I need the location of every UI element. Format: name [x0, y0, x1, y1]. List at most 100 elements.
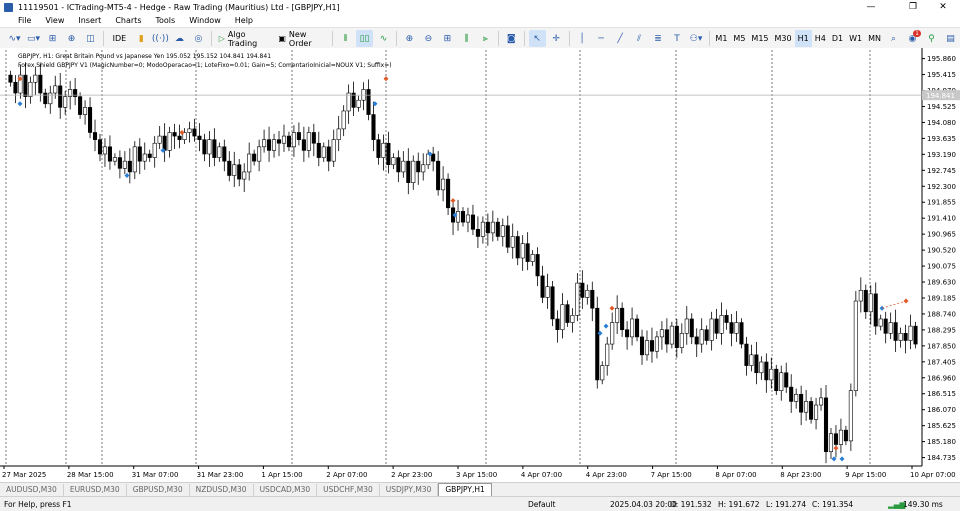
- autoscroll-icon[interactable]: ⫸: [477, 30, 494, 47]
- close-button[interactable]: ✕: [928, 0, 958, 14]
- timeframe-d1[interactable]: D1: [829, 30, 846, 47]
- timeframe-m1[interactable]: M1: [712, 30, 730, 47]
- lock-icon[interactable]: ▮: [133, 30, 150, 47]
- candle: [122, 160, 127, 169]
- notifications-icon[interactable]: ◉ 1: [904, 30, 921, 47]
- timeframe-mn[interactable]: MN: [865, 30, 884, 47]
- candle: [157, 135, 162, 144]
- menu-tools[interactable]: Tools: [148, 16, 182, 25]
- ide-button[interactable]: IDE: [108, 30, 131, 47]
- line-chart-icon[interactable]: ∿: [375, 30, 392, 47]
- candle: [341, 110, 346, 130]
- cloud-icon[interactable]: ☁: [171, 30, 188, 47]
- time-label: 1 Apr 15:00: [261, 471, 302, 479]
- candle: [689, 318, 694, 338]
- candle: [401, 160, 406, 173]
- algo-trading-button[interactable]: ▷ Algo Trading: [216, 30, 274, 48]
- chart-area[interactable]: 195.860195.415194.970194.525194.080193.6…: [0, 48, 960, 482]
- candle: [893, 322, 898, 341]
- toolbar: ∿▾ ▭▾ ⊞ ⊕ ◫ IDE ▮ ((·)) ☁ ◎ ▷ Algo Tradin…: [0, 27, 960, 50]
- sell-marker: [609, 305, 615, 311]
- candle: [515, 236, 520, 259]
- candle: [535, 254, 540, 277]
- app-icon: [4, 2, 13, 12]
- candlestick-icon[interactable]: ▯▯: [356, 30, 374, 47]
- crosshair-icon[interactable]: ✛: [548, 30, 565, 47]
- menu-help[interactable]: Help: [228, 16, 260, 25]
- tab-gbpjpy[interactable]: GBPJPY,H1: [438, 483, 492, 497]
- price-label: 195.415: [927, 71, 956, 79]
- timeframe-h1[interactable]: H1: [794, 30, 812, 47]
- candle: [53, 85, 58, 94]
- candle: [107, 146, 112, 162]
- channel-icon[interactable]: ⫽: [631, 30, 648, 47]
- cursor-icon[interactable]: ↖: [528, 30, 546, 47]
- timeframe-m5[interactable]: M5: [730, 30, 748, 47]
- menu-insert[interactable]: Insert: [71, 16, 108, 25]
- time-label: 28 Mar 15:00: [67, 471, 114, 479]
- candle: [709, 318, 714, 341]
- time-label: 10 Apr 07:00: [910, 471, 956, 479]
- price-label: 192.300: [927, 183, 956, 191]
- candle: [704, 329, 709, 341]
- candle: [475, 229, 480, 237]
- candle: [97, 139, 103, 155]
- candle: [600, 365, 605, 381]
- bar-chart-icon[interactable]: ⫴: [337, 30, 354, 47]
- market-watch-icon[interactable]: ⊞: [44, 30, 61, 47]
- new-order-button[interactable]: ▣ New Order: [275, 30, 328, 48]
- candle: [23, 74, 28, 97]
- candle: [779, 372, 784, 391]
- title-bar: 11119501 - ICTrading-MT5-4 - Hedge - Raw…: [0, 0, 960, 14]
- screenshot-icon[interactable]: ◙: [503, 30, 520, 47]
- shapes-icon[interactable]: ⚇▾: [688, 30, 705, 47]
- vps-icon[interactable]: ◎: [190, 30, 207, 47]
- new-chart-icon[interactable]: ∿▾: [6, 30, 23, 47]
- candle: [411, 160, 416, 183]
- price-label: 194.525: [927, 103, 956, 111]
- candle: [222, 146, 227, 162]
- menu-file[interactable]: File: [0, 16, 38, 25]
- candle: [132, 146, 137, 173]
- minimize-button[interactable]: —: [856, 0, 886, 14]
- candle: [654, 336, 659, 352]
- navigator-icon[interactable]: ◫: [82, 30, 99, 47]
- order-icon: ▣: [278, 34, 286, 43]
- candle: [858, 289, 863, 302]
- candle: [83, 107, 88, 115]
- vertical-line-icon[interactable]: │: [574, 30, 591, 47]
- candle: [8, 74, 13, 83]
- search-icon[interactable]: ⌕: [885, 30, 902, 47]
- candle: [242, 171, 247, 180]
- candle: [202, 139, 207, 155]
- candle: [281, 135, 287, 144]
- data-window-icon[interactable]: ⊕: [63, 30, 80, 47]
- candle: [63, 96, 68, 108]
- signals-icon[interactable]: ((·)): [152, 30, 169, 47]
- price-label: 190.965: [927, 231, 956, 239]
- timeframe-h4[interactable]: H4: [812, 30, 829, 47]
- menu-view[interactable]: View: [38, 16, 71, 25]
- price-chart[interactable]: 195.860195.415194.970194.525194.080193.6…: [0, 48, 960, 482]
- candle: [301, 139, 306, 151]
- sell-marker: [450, 198, 456, 204]
- menu-charts[interactable]: Charts: [108, 16, 148, 25]
- text-icon[interactable]: T: [669, 30, 686, 47]
- timeframe-w1[interactable]: W1: [846, 30, 865, 47]
- tile-windows-icon[interactable]: ⊞: [439, 30, 456, 47]
- menu-window[interactable]: Window: [182, 16, 228, 25]
- price-label: 184.735: [927, 454, 956, 462]
- layout-icon[interactable]: ▤: [942, 30, 959, 47]
- timeframe-m30[interactable]: M30: [772, 30, 795, 47]
- time-label: 7 Apr 15:00: [651, 471, 692, 479]
- zoom-out-icon[interactable]: ⊖: [420, 30, 437, 47]
- profiles-icon[interactable]: ▭▾: [25, 30, 42, 47]
- account-icon[interactable]: ⚲: [923, 30, 940, 47]
- timeframe-m15[interactable]: M15: [748, 30, 771, 47]
- maximize-button[interactable]: ❐: [898, 0, 928, 14]
- chart-shift-icon[interactable]: ⫼: [458, 30, 475, 47]
- horizontal-line-icon[interactable]: ─: [593, 30, 610, 47]
- fibonacci-icon[interactable]: ≣: [650, 30, 667, 47]
- trendline-icon[interactable]: ╱: [612, 30, 629, 47]
- zoom-in-icon[interactable]: ⊕: [401, 30, 418, 47]
